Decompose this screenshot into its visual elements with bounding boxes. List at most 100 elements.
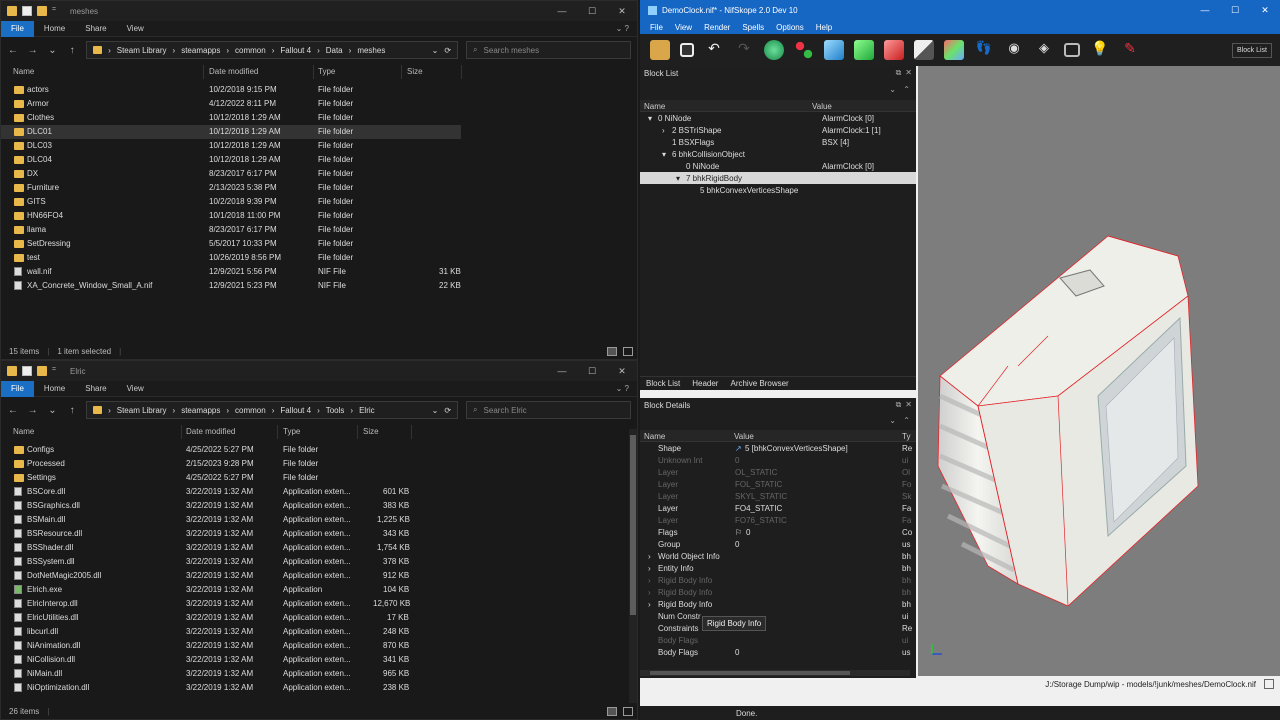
breadcrumb-item[interactable]: Data (326, 46, 343, 55)
float-icon[interactable]: ⧉ (896, 400, 902, 410)
undo-icon[interactable]: ↶ (704, 40, 724, 60)
list-item[interactable]: NiCollision.dll 3/22/2019 1:32 AM Applicat… (1, 653, 637, 667)
tree-row[interactable]: ▾ 0 NiNode AlarmClock [0] (640, 112, 916, 124)
breadcrumb-item[interactable]: meshes (357, 46, 385, 55)
show-hidden-icon[interactable]: ◉ (1004, 40, 1024, 60)
perspective-icon[interactable] (914, 40, 934, 60)
tab-share[interactable]: Share (75, 21, 116, 37)
new-folder-icon[interactable] (37, 366, 47, 376)
save-icon[interactable] (680, 43, 694, 57)
view-cube-green-icon[interactable] (854, 40, 874, 60)
tree-row-selected[interactable]: ▾ 7 bhkRigidBody (640, 172, 916, 184)
tab-archive-browser[interactable]: Archive Browser (724, 379, 794, 388)
chevron-down-icon[interactable]: ⌄ (432, 406, 439, 415)
properties-icon[interactable] (22, 366, 32, 376)
tab-home[interactable]: Home (34, 381, 75, 397)
recent-chevron-icon[interactable]: ⌄ (47, 405, 59, 416)
minimize-button[interactable]: — (1190, 0, 1220, 20)
up-icon[interactable]: ↑ (66, 45, 78, 56)
refresh-icon[interactable]: ⟳ (444, 406, 451, 415)
block-list-button[interactable]: Block List (1232, 42, 1272, 58)
detail-row[interactable]: › Entity Info bh (640, 562, 916, 574)
col-date[interactable]: Date modified (209, 67, 258, 76)
expand-icon[interactable]: ⌃ (903, 416, 910, 425)
address-bar[interactable]: › Steam Library › steamapps › common › Fall… (86, 41, 459, 59)
menu-view[interactable]: View (669, 23, 698, 32)
minimize-button[interactable]: — (547, 1, 577, 21)
scrollbar-thumb[interactable] (650, 671, 850, 675)
tab-view[interactable]: View (117, 21, 154, 37)
list-item[interactable]: ElricInterop.dll 3/22/2019 1:32 AM Applica… (1, 597, 637, 611)
float-icon[interactable]: ⧉ (896, 68, 902, 78)
tab-file[interactable]: File (1, 380, 34, 397)
list-item[interactable]: HN66FO4 10/1/2018 11:00 PM File folder (1, 209, 637, 223)
tab-home[interactable]: Home (34, 21, 75, 37)
list-item[interactable]: NiAnimation.dll 3/22/2019 1:32 AM Applicat… (1, 639, 637, 653)
menu-help[interactable]: Help (810, 23, 838, 32)
collapse-icon[interactable]: ⌄ (889, 85, 896, 94)
list-item[interactable]: SetDressing 5/5/2017 10:33 PM File folder (1, 237, 637, 251)
detail-row[interactable]: Layer OL_STATIC Ol (640, 466, 916, 478)
screenshot-icon[interactable] (1064, 43, 1080, 57)
detail-row[interactable]: Unknown Int 0 ui (640, 454, 916, 466)
list-item[interactable]: ElricUtilities.dll 3/22/2019 1:32 AM Appli… (1, 611, 637, 625)
breadcrumb-item[interactable]: Tools (326, 406, 345, 415)
select-object-icon[interactable] (764, 40, 784, 60)
close-button[interactable]: ✕ (607, 361, 637, 381)
menu-file[interactable]: File (644, 23, 669, 32)
collapse-icon[interactable]: ⌄ (889, 416, 896, 425)
col-name[interactable]: Name (13, 67, 34, 76)
list-item[interactable]: Clothes 10/12/2018 1:29 AM File folder (1, 111, 637, 125)
new-folder-icon[interactable] (37, 6, 47, 16)
properties-icon[interactable] (22, 6, 32, 16)
breadcrumb-item[interactable]: Steam Library (117, 406, 167, 415)
tab-share[interactable]: Share (75, 381, 116, 397)
up-icon[interactable]: ↑ (66, 405, 78, 416)
list-item[interactable]: GITS 10/2/2018 9:39 PM File folder (1, 195, 637, 209)
detail-row[interactable]: › Rigid Body Info bh (640, 574, 916, 586)
list-item[interactable]: Configs 4/25/2022 5:27 PM File folder (1, 443, 637, 457)
close-button[interactable]: ✕ (607, 1, 637, 21)
list-item[interactable]: NiMain.dll 3/22/2019 1:32 AM Application e… (1, 667, 637, 681)
detail-row[interactable]: Constraints Re (640, 622, 916, 634)
list-item[interactable]: DotNetMagic2005.dll 3/22/2019 1:32 AM Appl… (1, 569, 637, 583)
walk-mode-icon[interactable]: 👣 (974, 40, 994, 60)
detail-row[interactable]: Layer FO4_STATIC Fa (640, 502, 916, 514)
tree-row[interactable]: ▾ 6 bhkCollisionObject (640, 148, 916, 160)
detail-row[interactable]: Layer SKYL_STATIC Sk (640, 490, 916, 502)
list-item[interactable]: BSMain.dll 3/22/2019 1:32 AM Application e… (1, 513, 637, 527)
redo-icon[interactable]: ↷ (734, 40, 754, 60)
list-item[interactable]: DX 8/23/2017 6:17 PM File folder (1, 167, 637, 181)
lock-icon[interactable] (1264, 679, 1274, 689)
list-item[interactable]: BSResource.dll 3/22/2019 1:32 AM Applicati… (1, 527, 637, 541)
tab-view[interactable]: View (117, 381, 154, 397)
details-view-icon[interactable] (607, 346, 617, 356)
detail-row[interactable]: Body Flags ui (640, 634, 916, 646)
detail-row[interactable]: › Rigid Body Info bh (640, 586, 916, 598)
list-item[interactable]: BSShader.dll 3/22/2019 1:32 AM Application… (1, 541, 637, 555)
expand-icon[interactable]: ⌃ (903, 85, 910, 94)
tiles-view-icon[interactable] (623, 346, 633, 356)
detail-row[interactable]: Flags ⚐ 0 Co (640, 526, 916, 538)
tree-row[interactable]: 0 NiNode AlarmClock [0] (640, 160, 916, 172)
view-cube-blue-icon[interactable] (824, 40, 844, 60)
close-button[interactable]: ✕ (1250, 0, 1280, 20)
list-item[interactable]: Settings 4/25/2022 5:27 PM File folder (1, 471, 637, 485)
open-folder-icon[interactable] (650, 40, 670, 60)
list-item[interactable]: test 10/26/2019 8:56 PM File folder (1, 251, 637, 265)
breadcrumb-item[interactable]: common (235, 406, 266, 415)
list-item[interactable]: Processed 2/15/2023 9:28 PM File folder (1, 457, 637, 471)
breadcrumb-item[interactable]: Fallout 4 (280, 46, 311, 55)
list-item[interactable]: Armor 4/12/2022 8:11 PM File folder (1, 97, 637, 111)
tab-file[interactable]: File (1, 20, 34, 37)
back-icon[interactable]: ← (7, 405, 19, 416)
col-type[interactable]: Type (318, 67, 335, 76)
detail-row[interactable]: Body Flags 0 us (640, 646, 916, 658)
details-view-icon[interactable] (607, 706, 617, 716)
forward-icon[interactable]: → (27, 45, 39, 56)
search-box[interactable]: ⌕ Search Elric (466, 401, 632, 419)
tab-block-list[interactable]: Block List (640, 379, 686, 388)
show-nodes-icon[interactable]: ◈ (1034, 40, 1054, 60)
detail-row[interactable]: Layer FOL_STATIC Fo (640, 478, 916, 490)
forward-icon[interactable]: → (27, 405, 39, 416)
